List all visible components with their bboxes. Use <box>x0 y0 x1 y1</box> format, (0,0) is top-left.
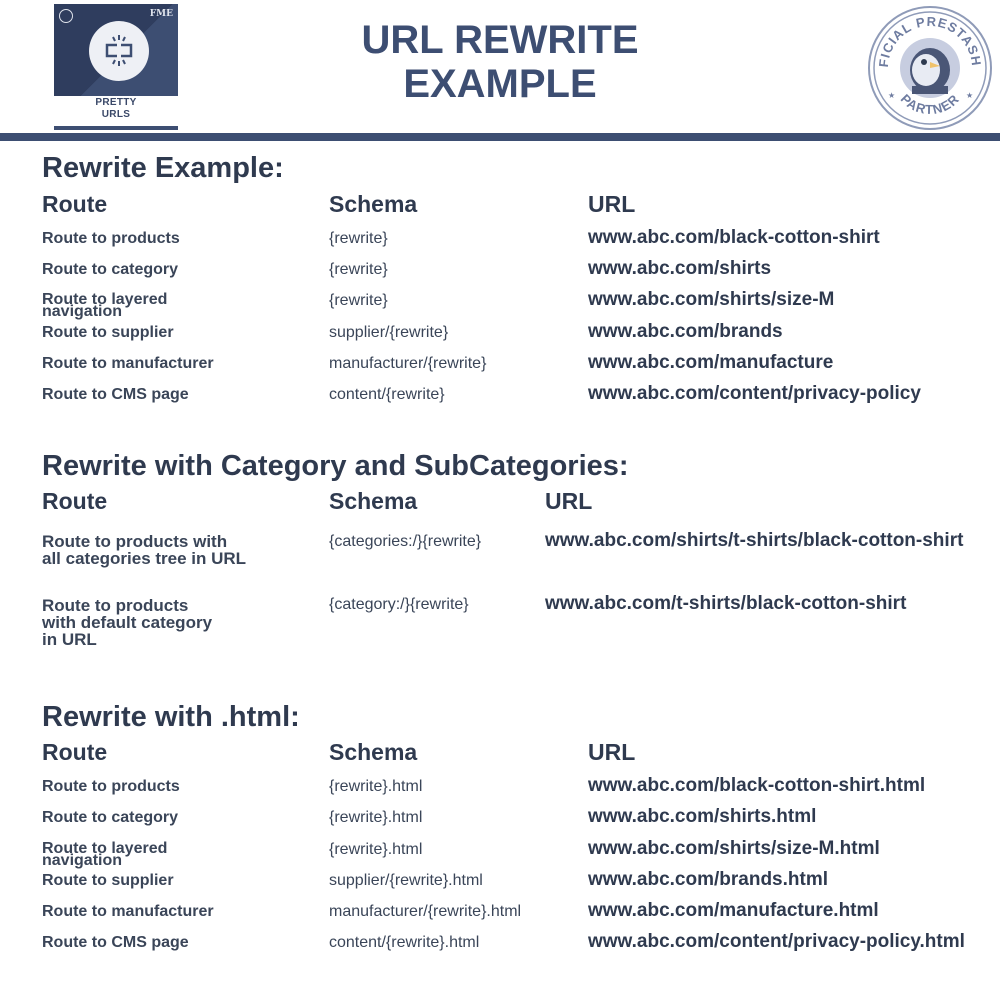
column-header-url: URL <box>588 739 636 765</box>
column-header-url: URL <box>545 488 593 514</box>
route-cell: Route to manufacturer <box>42 355 214 372</box>
page-title-line2: EXAMPLE <box>403 62 597 106</box>
fme-logo-icon: FME <box>149 9 173 19</box>
schema-cell: {categories:/}{rewrite} <box>329 533 482 550</box>
schema-cell: {rewrite}.html <box>329 841 423 858</box>
route-cell: Route to products <box>42 778 180 795</box>
url-cell: www.abc.com/shirts <box>588 258 772 279</box>
schema-cell: content/{rewrite}.html <box>329 934 480 951</box>
route-cell: Route to CMS page <box>42 934 189 951</box>
page-title: URL REWRITE EXAMPLE <box>300 18 700 106</box>
speedometer-icon <box>59 9 73 23</box>
schema-cell: supplier/{rewrite} <box>329 324 449 341</box>
module-logo: FME <box>54 4 178 96</box>
schema-cell: {category:/}{rewrite} <box>329 596 469 613</box>
page-title-line1: URL REWRITE <box>361 18 639 62</box>
url-cell: www.abc.com/shirts/t-shirts/black-cotton… <box>545 530 964 551</box>
url-cell: www.abc.com/manufacture.html <box>588 900 879 921</box>
url-cell: www.abc.com/brands.html <box>588 869 829 890</box>
schema-cell: {rewrite} <box>329 230 388 247</box>
section-title: Rewrite with Category and SubCategories: <box>42 450 629 482</box>
schema-cell: {rewrite} <box>329 292 388 309</box>
svg-text:★: ★ <box>966 91 973 100</box>
column-header-route: Route <box>42 739 108 765</box>
route-cell: Route to supplier <box>42 324 174 341</box>
url-cell: www.abc.com/manufacture <box>588 352 834 373</box>
svg-text:★: ★ <box>888 91 895 100</box>
broken-link-icon <box>89 21 149 81</box>
logo-caption: PRETTY URLS <box>95 97 137 120</box>
route-cell: Route to manufacturer <box>42 903 214 920</box>
column-header-schema: Schema <box>329 739 418 765</box>
column-header-schema: Schema <box>329 488 418 514</box>
route-cell: Route to category <box>42 261 179 278</box>
header-divider <box>0 133 1000 141</box>
schema-cell: {rewrite}.html <box>329 778 423 795</box>
route-cell: Route to category <box>42 809 179 826</box>
section-title: Rewrite Example: <box>42 152 284 184</box>
url-cell: www.abc.com/shirts/size-M <box>588 289 835 310</box>
url-cell: www.abc.com/black-cotton-shirt <box>588 227 880 248</box>
url-cell: www.abc.com/t-shirts/black-cotton-shirt <box>545 593 907 614</box>
schema-cell: manufacturer/{rewrite}.html <box>329 903 522 920</box>
route-cell: Route to layered navigation <box>42 840 168 869</box>
column-header-schema: Schema <box>329 191 418 217</box>
route-cell: Route to products <box>42 230 180 247</box>
logo-underline <box>54 126 178 130</box>
route-cell: Route to CMS page <box>42 386 189 403</box>
url-cell: www.abc.com/content/privacy-policy.html <box>588 931 965 952</box>
schema-cell: {rewrite} <box>329 261 388 278</box>
schema-cell: {rewrite}.html <box>329 809 423 826</box>
column-header-route: Route <box>42 488 108 514</box>
url-cell: www.abc.com/shirts.html <box>588 806 817 827</box>
route-cell: Route to products with all categories tr… <box>42 532 247 568</box>
url-cell: www.abc.com/shirts/size-M.html <box>588 838 880 859</box>
column-header-route: Route <box>42 191 108 217</box>
section-title: Rewrite with .html: <box>42 701 300 733</box>
route-cell: Route to supplier <box>42 872 174 889</box>
schema-cell: manufacturer/{rewrite} <box>329 355 487 372</box>
route-cell: Route to layered navigation <box>42 291 168 320</box>
url-cell: www.abc.com/brands <box>588 321 783 342</box>
column-header-url: URL <box>588 191 636 217</box>
schema-cell: content/{rewrite} <box>329 386 445 403</box>
schema-cell: supplier/{rewrite}.html <box>329 872 483 889</box>
url-cell: www.abc.com/black-cotton-shirt.html <box>588 775 926 796</box>
url-cell: www.abc.com/content/privacy-policy <box>588 383 921 404</box>
route-cell: Route to products with default category … <box>42 596 213 649</box>
prestashop-partner-badge: OFFICIAL PRESTASHOP PARTNER ★ ★ <box>860 0 994 132</box>
